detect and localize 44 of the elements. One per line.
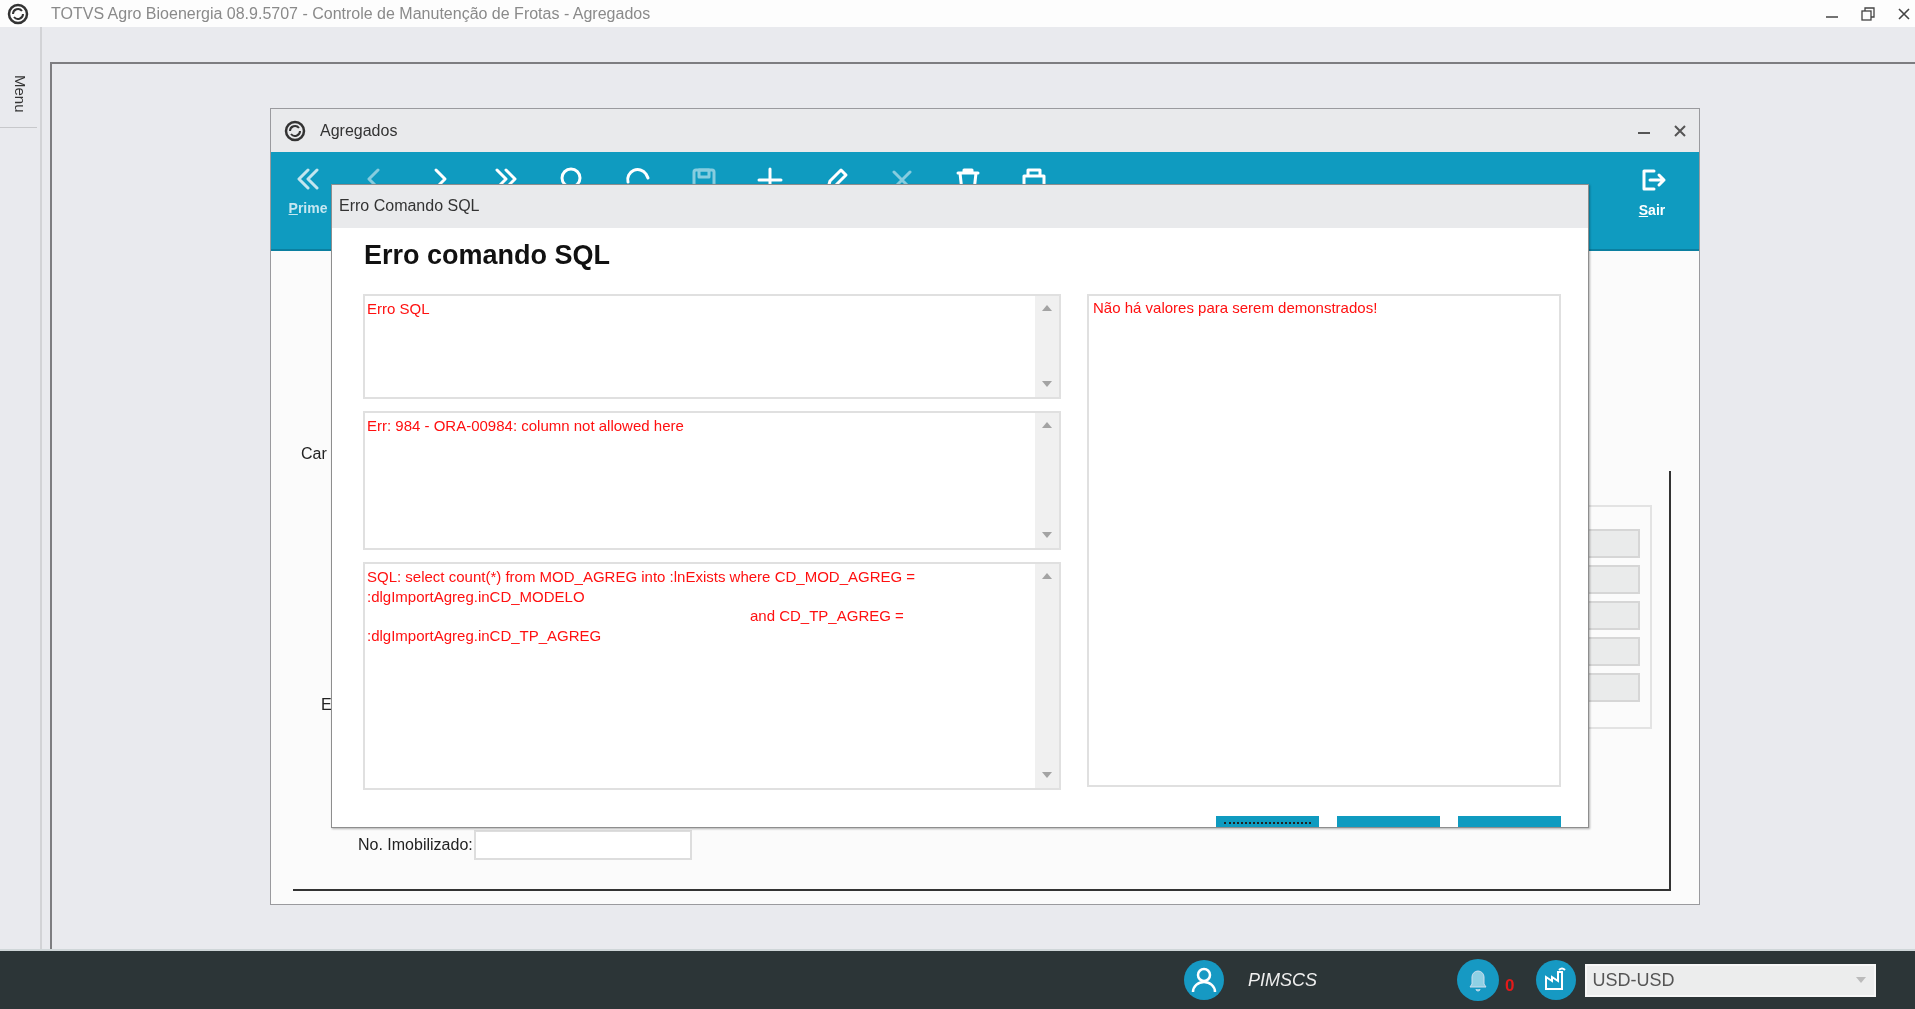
input-field[interactable] bbox=[473, 830, 692, 860]
scroll-down-icon[interactable] bbox=[1042, 532, 1052, 538]
error-text: :dlgImportAgreg.inCD_TP_AGREG bbox=[367, 625, 603, 645]
scroll-up-icon[interactable] bbox=[1042, 422, 1052, 428]
bell-icon[interactable] bbox=[1457, 959, 1499, 1001]
error-text: :dlgImportAgreg.inCD_MODELO bbox=[367, 586, 586, 606]
side-button[interactable] bbox=[1589, 529, 1640, 558]
field-label: E bbox=[321, 696, 332, 714]
restore-icon[interactable] bbox=[1861, 6, 1875, 21]
scrollbar[interactable] bbox=[1035, 296, 1059, 397]
side-button[interactable] bbox=[1589, 565, 1640, 594]
field-label: No. Imobilizado: bbox=[358, 836, 473, 854]
menu-tab[interactable]: Menu bbox=[0, 65, 37, 128]
scroll-down-icon[interactable] bbox=[1042, 381, 1052, 387]
error-text: Erro SQL bbox=[367, 299, 431, 319]
app-logo-icon bbox=[7, 2, 29, 25]
window-title: Agregados bbox=[320, 121, 398, 140]
notification-count: 0 bbox=[1505, 976, 1515, 996]
window-title: TOTVS Agro Bioenergia 08.9.5707 - Controle de Manutenção de Frotas - Agregados bbox=[51, 4, 651, 23]
side-button[interactable] bbox=[1589, 637, 1640, 666]
error-text: SQL: select count(*) from MOD_AGREG into :lnExists where CD_MOD_AGREG = bbox=[367, 567, 917, 587]
close-icon[interactable] bbox=[1897, 6, 1911, 21]
close-icon[interactable] bbox=[1673, 123, 1687, 138]
dialog-heading: Erro comando SQL bbox=[363, 240, 612, 272]
scroll-up-icon[interactable] bbox=[1042, 573, 1052, 579]
field-label: Car bbox=[301, 445, 327, 463]
exit-button-label[interactable]: Sair bbox=[1638, 202, 1666, 218]
scroll-down-icon[interactable] bbox=[1042, 772, 1052, 778]
currency-dropdown[interactable]: USD-USD bbox=[1585, 963, 1877, 997]
dropdown-value: USD-USD bbox=[1592, 969, 1675, 991]
error-text: Err: 984 - ORA-00984: column not allowed here bbox=[367, 416, 685, 436]
scrollbar[interactable] bbox=[1035, 564, 1059, 788]
scrollbar[interactable] bbox=[1035, 413, 1059, 548]
details-text: Não há valores para serem demonstrados! bbox=[1093, 298, 1379, 318]
factory-icon[interactable] bbox=[1536, 960, 1577, 1000]
side-button[interactable] bbox=[1589, 601, 1640, 630]
dropdown-arrow-icon[interactable] bbox=[1856, 977, 1867, 983]
dialog-title: Erro Comando SQL bbox=[332, 185, 1588, 228]
side-button[interactable] bbox=[1589, 673, 1640, 702]
error-text: and CD_TP_AGREG = bbox=[749, 606, 905, 626]
user-icon[interactable] bbox=[1184, 960, 1224, 1000]
app-logo-icon bbox=[284, 119, 306, 142]
user-name: PIMSCS bbox=[1248, 969, 1317, 991]
scroll-up-icon[interactable] bbox=[1042, 305, 1052, 311]
